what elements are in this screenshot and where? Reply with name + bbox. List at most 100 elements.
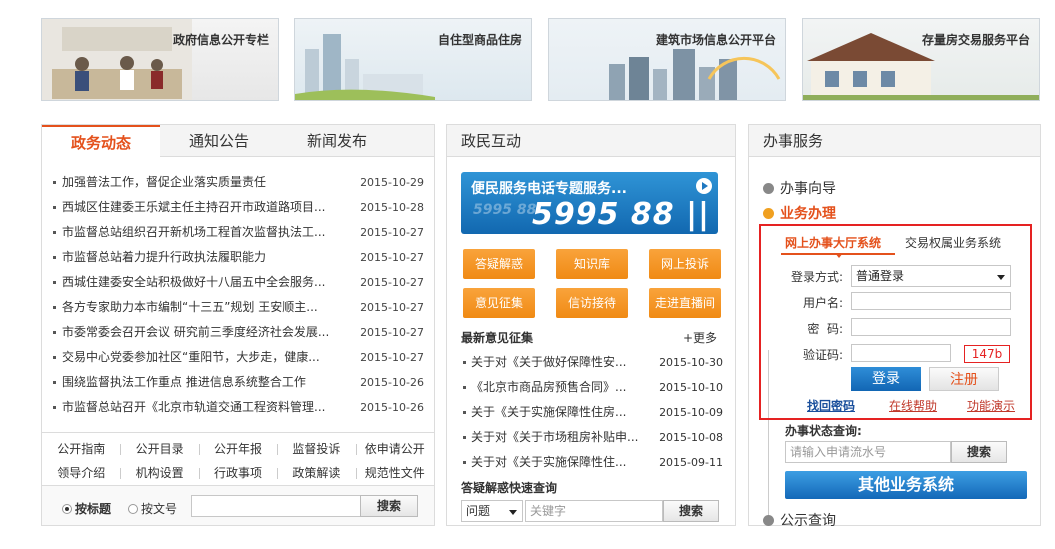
query-type-select[interactable]: 问题 <box>461 500 523 522</box>
list-item[interactable]: 关于对《关于市场租房补贴申... 2015-10-08 <box>461 425 723 450</box>
query-search-button[interactable]: 搜索 <box>663 500 719 522</box>
opinion-title[interactable]: 关于对《关于实施保障性住... <box>471 450 651 475</box>
nav-guide[interactable]: 办事向导 <box>763 178 836 198</box>
caret-down-icon <box>835 253 843 258</box>
list-item[interactable]: 关于对《关于实施保障性住... 2015-09-11 <box>461 450 723 475</box>
link-catalog[interactable]: 公开目录 <box>120 437 198 461</box>
list-item[interactable]: 西城区住建委王乐斌主任主持召开市政道路项目... 2015-10-28 <box>50 195 428 220</box>
tab-online-hall[interactable]: 网上办事大厅系统 <box>785 234 881 251</box>
interaction-panel: 政民互动 便民服务电话专题服务... 5995 88 5995 88 || 答疑… <box>446 124 736 526</box>
link-annual-report[interactable]: 公开年报 <box>198 437 277 461</box>
link-admin-items[interactable]: 行政事项 <box>198 461 277 485</box>
news-date: 2015-10-28 <box>360 201 424 214</box>
btn-complaint[interactable]: 网上投诉 <box>649 249 721 279</box>
play-icon[interactable] <box>696 178 712 194</box>
list-item[interactable]: 西城住建委安全站积极做好十八届五中全会服务... 2015-10-27 <box>50 270 428 295</box>
news-date: 2015-10-27 <box>360 301 424 314</box>
list-item[interactable]: 围绕监督执法工作重点 推进信息系统整合工作 2015-10-26 <box>50 370 428 395</box>
list-item[interactable]: 市监督总站着力提升行政执法履职能力 2015-10-27 <box>50 245 428 270</box>
opinion-title[interactable]: 关于《关于实施保障性住房... <box>471 400 651 425</box>
btn-qa[interactable]: 答疑解惑 <box>463 249 535 279</box>
forgot-password-link[interactable]: 找回密码 <box>807 397 855 414</box>
demo-link[interactable]: 功能演示 <box>967 397 1015 414</box>
list-item[interactable]: 加强普法工作，督促企业落实质量责任 2015-10-29 <box>50 170 428 195</box>
nav-business[interactable]: 业务办理 <box>763 203 836 223</box>
btn-petition[interactable]: 信访接待 <box>556 288 628 318</box>
news-date: 2015-10-26 <box>360 401 424 414</box>
news-title[interactable]: 市监督总站组织召开新机场工程首次监督执法工... <box>62 220 347 245</box>
banner-existing-housing[interactable]: 存量房交易服务平台 <box>802 18 1040 101</box>
list-item[interactable]: 关于《关于实施保障性住房... 2015-10-09 <box>461 400 723 425</box>
link-apply-disclosure[interactable]: 依申请公开 <box>355 437 434 461</box>
news-title[interactable]: 市监督总站召开《北京市轨道交通工程资料管理... <box>62 395 347 420</box>
list-item[interactable]: 各方专家助力本市编制“十三五”规划 王安顺主... 2015-10-27 <box>50 295 428 320</box>
keyword-input[interactable]: 关键字 <box>525 500 663 522</box>
latest-opinions-title: 最新意见征集 <box>461 331 534 345</box>
tab-gov-news[interactable]: 政务动态 <box>42 125 160 158</box>
list-item[interactable]: 关于对《关于做好保障性安... 2015-10-30 <box>461 350 723 375</box>
link-complaint[interactable]: 监督投诉 <box>277 437 355 461</box>
list-item[interactable]: 市监督总站召开《北京市轨道交通工程资料管理... 2015-10-26 <box>50 395 428 420</box>
radio-by-number[interactable]: 按文号 <box>128 500 177 517</box>
link-organization[interactable]: 机构设置 <box>120 461 198 485</box>
bullet-icon <box>763 515 774 526</box>
other-systems-button[interactable]: 其他业务系统 <box>785 471 1027 499</box>
link-guide[interactable]: 公开指南 <box>42 437 120 461</box>
captcha-field[interactable] <box>851 344 951 362</box>
panel-title: 办事服务 <box>749 125 1040 157</box>
tab-trade-system[interactable]: 交易权属业务系统 <box>905 234 1001 251</box>
btn-opinion[interactable]: 意见征集 <box>463 288 535 318</box>
quick-links: 公开指南 公开目录 公开年报 监督投诉 依申请公开 领导介绍 机构设置 行政事项… <box>42 432 434 485</box>
news-title[interactable]: 加强普法工作，督促企业落实质量责任 <box>62 170 347 195</box>
banner-gov-info[interactable]: 政府信息公开专栏 <box>41 18 279 101</box>
list-item[interactable]: 市监督总站组织召开新机场工程首次监督执法工... 2015-10-27 <box>50 220 428 245</box>
online-help-link[interactable]: 在线帮助 <box>889 397 937 414</box>
username-field[interactable] <box>851 292 1011 310</box>
password-field[interactable] <box>851 318 1011 336</box>
login-mode-select[interactable]: 普通登录 <box>851 265 1011 287</box>
tab-press[interactable]: 新闻发布 <box>278 125 396 157</box>
news-title[interactable]: 市监督总站着力提升行政执法履职能力 <box>62 245 347 270</box>
status-search-button[interactable]: 搜索 <box>951 441 1007 463</box>
link-leaders[interactable]: 领导介绍 <box>42 461 120 485</box>
link-policy[interactable]: 政策解读 <box>277 461 355 485</box>
login-button[interactable]: 登录 <box>851 367 921 391</box>
btn-knowledge[interactable]: 知识库 <box>556 249 628 279</box>
opinion-title[interactable]: 关于对《关于市场租房补贴申... <box>471 425 651 450</box>
more-link[interactable]: +更多 <box>683 329 717 346</box>
btn-live[interactable]: 走进直播间 <box>649 288 721 318</box>
link-regulations[interactable]: 规范性文件 <box>355 461 434 485</box>
captcha-image[interactable]: 147b <box>964 345 1010 363</box>
news-title[interactable]: 各方专家助力本市编制“十三五”规划 王安顺主... <box>62 295 347 320</box>
banner-construction-market[interactable]: 建筑市场信息公开平台 <box>548 18 786 101</box>
login-mode-label: 登录方式: <box>790 270 843 284</box>
news-title[interactable]: 交易中心党委参加社区“重阳节，大步走，健康... <box>62 345 347 370</box>
banner-title: 建筑市场信息公开平台 <box>655 33 776 47</box>
opinion-date: 2015-10-30 <box>659 356 723 369</box>
serial-number-input[interactable]: 请输入申请流水号 <box>785 441 951 463</box>
search-button[interactable]: 搜索 <box>360 495 418 517</box>
captcha-label: 验证码: <box>802 348 843 362</box>
opinion-date: 2015-10-10 <box>659 381 723 394</box>
banner-affordable-housing[interactable]: 自住型商品住房 <box>294 18 532 101</box>
list-item[interactable]: 《北京市商品房预售合同》... 2015-10-10 <box>461 375 723 400</box>
radio-by-title[interactable]: 按标题 <box>62 500 111 517</box>
news-tabs: 政务动态 通知公告 新闻发布 <box>42 125 434 158</box>
news-title[interactable]: 西城住建委安全站积极做好十八届五中全会服务... <box>62 270 347 295</box>
search-input[interactable] <box>191 495 361 517</box>
banner-title: 存量房交易服务平台 <box>921 33 1030 47</box>
news-title[interactable]: 西城区住建委王乐斌主任主持召开市政道路项目... <box>62 195 347 220</box>
list-item[interactable]: 市委常委会召开会议 研究前三季度经济社会发展... 2015-10-27 <box>50 320 428 345</box>
tab-notices[interactable]: 通知公告 <box>160 125 278 157</box>
bullet-icon <box>763 183 774 194</box>
nav-public-query[interactable]: 公示查询 <box>763 510 836 530</box>
bullet-icon <box>763 208 774 219</box>
news-title[interactable]: 围绕监督执法工作重点 推进信息系统整合工作 <box>62 370 347 395</box>
list-item[interactable]: 交易中心党委参加社区“重阳节，大步走，健康... 2015-10-27 <box>50 345 428 370</box>
news-title[interactable]: 市委常委会召开会议 研究前三季度经济社会发展... <box>62 320 347 345</box>
opinion-title[interactable]: 《北京市商品房预售合同》... <box>471 375 651 400</box>
doc-search: 按标题 按文号 搜索 <box>42 485 434 525</box>
opinion-title[interactable]: 关于对《关于做好保障性安... <box>471 350 651 375</box>
register-button[interactable]: 注册 <box>929 367 999 391</box>
hotline-banner[interactable]: 便民服务电话专题服务... 5995 88 5995 88 || <box>461 172 718 234</box>
